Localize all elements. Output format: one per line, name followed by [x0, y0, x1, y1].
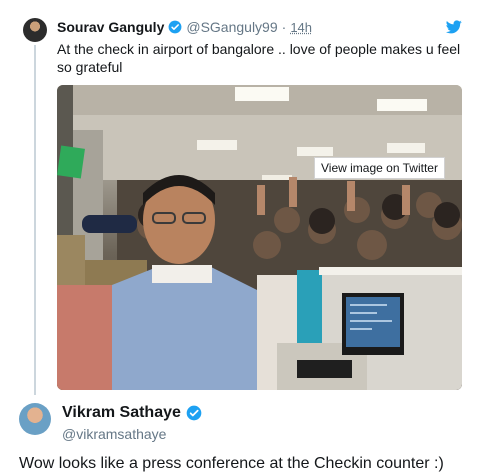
reply-tweet: Vikram Sathaye @vikramsathaye Wow looks … — [0, 395, 480, 474]
tweet-photo[interactable] — [57, 85, 462, 390]
photo-illustration — [57, 85, 462, 390]
reply-author-name[interactable]: Vikram Sathaye — [62, 404, 181, 422]
author-handle[interactable]: @SGanguly99 — [186, 19, 277, 35]
embedded-tweet: Sourav Ganguly @SGanguly99 · 14h At the … — [0, 0, 480, 395]
view-image-on-twitter-tooltip[interactable]: View image on Twitter — [314, 157, 445, 179]
tweet-text: At the check in airport of bangalore .. … — [57, 41, 461, 75]
reply-author-handle[interactable]: @vikramsathaye — [62, 426, 166, 442]
tweet-author-row: Sourav Ganguly @SGanguly99 · 14h — [57, 18, 312, 36]
reply-avatar[interactable] — [19, 403, 51, 435]
verified-badge-icon — [186, 405, 202, 421]
author-name[interactable]: Sourav Ganguly — [57, 19, 164, 35]
avatar[interactable] — [23, 18, 47, 42]
twitter-bird-icon[interactable] — [446, 20, 462, 34]
reply-tweet-text: Wow looks like a press conference at the… — [19, 455, 444, 472]
reply-author-row: Vikram Sathaye — [62, 404, 202, 422]
separator-dot: · — [281, 19, 287, 35]
tweet-timestamp[interactable]: 14h — [290, 20, 312, 35]
thread-line — [34, 45, 36, 395]
verified-badge-icon — [168, 20, 182, 34]
